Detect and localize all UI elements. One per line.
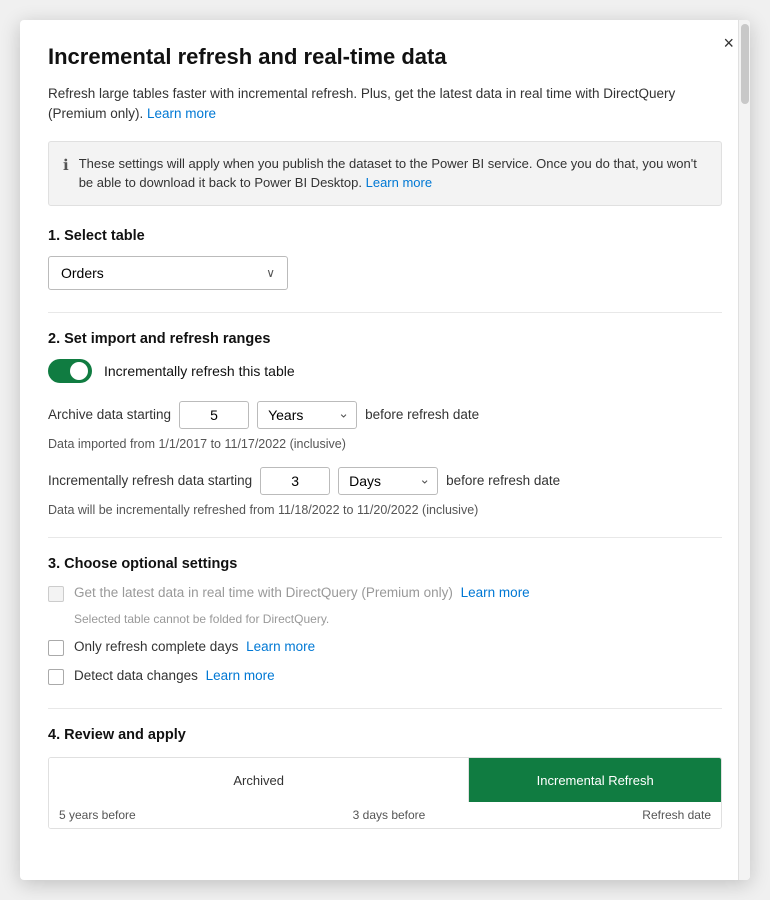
toggle-knob xyxy=(70,362,88,380)
refresh-suffix: before refresh date xyxy=(446,473,560,488)
timeline-label-right: Refresh date xyxy=(642,808,711,822)
section-2: 2. Set import and refresh ranges Increme… xyxy=(48,331,722,517)
info-box: ℹ These settings will apply when you pub… xyxy=(48,141,722,206)
chevron-down-icon: ∨ xyxy=(266,266,275,280)
archive-unit-wrapper: Years Months Days xyxy=(257,401,357,429)
complete-days-label: Only refresh complete days Learn more xyxy=(74,638,315,657)
timeline-container: Archived Incremental Refresh 5 years bef… xyxy=(48,757,722,829)
realtime-label-text: Get the latest data in real time with Di… xyxy=(74,585,453,600)
archive-value-input[interactable] xyxy=(179,401,249,429)
archive-suffix: before refresh date xyxy=(365,407,479,422)
table-dropdown-value: Orders xyxy=(61,265,104,281)
archived-label: Archived xyxy=(233,773,284,788)
dialog-title: Incremental refresh and real-time data xyxy=(48,44,722,70)
section-1-heading: 1. Select table xyxy=(48,228,722,244)
timeline-labels: 5 years before 3 days before Refresh dat… xyxy=(49,802,721,828)
refresh-unit-select[interactable]: Days Months Years xyxy=(338,467,438,495)
detect-changes-checkbox[interactable] xyxy=(48,669,64,685)
intro-body: Refresh large tables faster with increme… xyxy=(48,86,675,121)
toggle-row: Incrementally refresh this table xyxy=(48,359,722,383)
realtime-checkbox-label: Get the latest data in real time with Di… xyxy=(74,584,530,603)
detect-changes-checkbox-row: Detect data changes Learn more xyxy=(48,667,722,686)
toggle-label: Incrementally refresh this table xyxy=(104,363,295,379)
close-button[interactable]: × xyxy=(723,34,734,52)
refresh-label: Incrementally refresh data starting xyxy=(48,473,252,488)
info-icon: ℹ xyxy=(63,155,69,178)
refresh-range-row: Incrementally refresh data starting Days… xyxy=(48,467,722,495)
archive-unit-select[interactable]: Years Months Days xyxy=(257,401,357,429)
divider-2 xyxy=(48,537,722,538)
section-4-heading: 4. Review and apply xyxy=(48,727,722,743)
table-dropdown[interactable]: Orders ∨ xyxy=(48,256,288,290)
timeline-incremental: Incremental Refresh xyxy=(469,758,721,802)
realtime-checkbox[interactable] xyxy=(48,586,64,602)
detect-changes-label-text: Detect data changes xyxy=(74,668,198,683)
section-3-heading: 3. Choose optional settings xyxy=(48,556,722,572)
incremental-refresh-toggle[interactable] xyxy=(48,359,92,383)
section-4: 4. Review and apply Archived Incremental… xyxy=(48,727,722,829)
section-3: 3. Choose optional settings Get the late… xyxy=(48,556,722,687)
detect-changes-learn-more-link[interactable]: Learn more xyxy=(206,668,275,683)
section-2-heading: 2. Set import and refresh ranges xyxy=(48,331,722,347)
dialog: × Incremental refresh and real-time data… xyxy=(20,20,750,880)
detect-changes-label: Detect data changes Learn more xyxy=(74,667,275,686)
realtime-checkbox-row: Get the latest data in real time with Di… xyxy=(48,584,722,603)
divider-1 xyxy=(48,312,722,313)
timeline-bar: Archived Incremental Refresh xyxy=(49,758,721,802)
archive-range-row: Archive data starting Years Months Days … xyxy=(48,401,722,429)
archive-date-hint: Data imported from 1/1/2017 to 11/17/202… xyxy=(48,437,722,451)
timeline-label-middle: 3 days before xyxy=(353,808,426,822)
complete-days-learn-more-link[interactable]: Learn more xyxy=(246,639,315,654)
scrollbar[interactable] xyxy=(738,20,750,880)
info-box-learn-more-link[interactable]: Learn more xyxy=(366,175,432,190)
divider-3 xyxy=(48,708,722,709)
complete-days-checkbox-row: Only refresh complete days Learn more xyxy=(48,638,722,657)
intro-text: Refresh large tables faster with increme… xyxy=(48,84,722,125)
refresh-date-hint: Data will be incrementally refreshed fro… xyxy=(48,503,722,517)
timeline-label-left: 5 years before xyxy=(59,808,136,822)
refresh-value-input[interactable] xyxy=(260,467,330,495)
incremental-label: Incremental Refresh xyxy=(537,773,654,788)
realtime-learn-more-link[interactable]: Learn more xyxy=(461,585,530,600)
intro-learn-more-link[interactable]: Learn more xyxy=(147,106,216,121)
refresh-unit-wrapper: Days Months Years xyxy=(338,467,438,495)
complete-days-checkbox[interactable] xyxy=(48,640,64,656)
info-box-content: These settings will apply when you publi… xyxy=(79,154,707,193)
scrollbar-thumb xyxy=(741,24,749,104)
section-1: 1. Select table Orders ∨ xyxy=(48,228,722,290)
archive-label: Archive data starting xyxy=(48,407,171,422)
timeline-archived: Archived xyxy=(49,758,469,802)
realtime-disabled-hint: Selected table cannot be folded for Dire… xyxy=(74,612,722,626)
complete-days-label-text: Only refresh complete days xyxy=(74,639,238,654)
